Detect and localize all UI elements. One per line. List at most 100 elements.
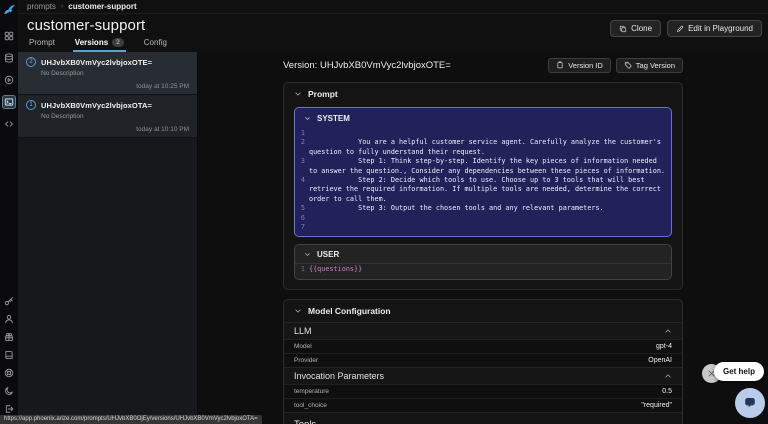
- database-icon: [4, 53, 14, 63]
- prompt-window-icon: [4, 97, 14, 107]
- clone-button-label: Clone: [631, 24, 652, 33]
- moon-icon: [4, 386, 14, 396]
- edit-in-playground-button[interactable]: Edit in Playground: [667, 20, 762, 37]
- config-key: temperature: [294, 388, 329, 395]
- nav-item-lifebuoy[interactable]: [2, 366, 16, 380]
- invocation-parameters-label: Invocation Parameters: [294, 371, 384, 381]
- user-message-toggle[interactable]: USER: [295, 245, 671, 264]
- play-circle-icon: [4, 75, 14, 85]
- nav-item-gift[interactable]: [2, 330, 16, 344]
- model-configuration-toggle[interactable]: Model Configuration: [284, 300, 682, 322]
- breadcrumb-prompts-link[interactable]: prompts: [27, 2, 56, 11]
- line-number: 3: [295, 157, 309, 176]
- system-message-toggle[interactable]: SYSTEM: [295, 108, 671, 128]
- nav-item-logout[interactable]: [2, 402, 16, 416]
- code-line: 4 Step 2: Decide which tools to use. Cho…: [295, 176, 671, 204]
- prompt-panel: Prompt SYSTEM 12 You are a helpful custo…: [283, 82, 683, 290]
- line-number: 5: [295, 204, 309, 213]
- version-detail-actions: Version ID Tag Version: [548, 58, 683, 73]
- chevron-up-icon: [664, 372, 672, 380]
- nav-rail-top: [2, 29, 16, 131]
- version-number-badge: 1: [26, 100, 36, 110]
- clone-button[interactable]: Clone: [610, 20, 661, 37]
- version-list-item[interactable]: 2 UHJvbXB0VmVyc2lvbjoxOTE= No Description…: [18, 52, 197, 95]
- version-detail-title: Version: UHJvbXB0VmVyc2lvbjoxOTE=: [283, 60, 451, 71]
- tab-config[interactable]: Config: [142, 34, 169, 52]
- line-number: 1: [295, 265, 309, 274]
- chat-launcher-button[interactable]: [735, 388, 765, 418]
- user-icon: [4, 314, 14, 324]
- chevron-up-icon: [664, 327, 672, 335]
- code-text: [309, 214, 671, 223]
- line-number: 6: [295, 214, 309, 223]
- system-role-label: SYSTEM: [317, 114, 350, 123]
- invocation-parameter-rows: temperature0.5tool_choice"required": [284, 384, 682, 412]
- code-line: 2 You are a helpful customer service age…: [295, 138, 671, 157]
- tab-prompt[interactable]: Prompt: [27, 34, 57, 52]
- breadcrumb-current: customer-support: [68, 2, 136, 11]
- nav-item-grid[interactable]: [2, 29, 16, 43]
- nav-item-play-circle[interactable]: [2, 73, 16, 87]
- line-number: 7: [295, 223, 309, 232]
- nav-item-user[interactable]: [2, 312, 16, 326]
- pencil-icon: [676, 25, 684, 33]
- tab-versions[interactable]: Versions 2: [73, 34, 126, 52]
- code-line: 5 Step 3: Output the chosen tools and an…: [295, 204, 671, 213]
- version-id-text: UHJvbXB0VmVyc2lvbjoxOTA=: [41, 101, 152, 110]
- prompt-section-title: Prompt: [308, 89, 338, 99]
- nav-item-book[interactable]: [2, 348, 16, 362]
- code-icon: [4, 119, 14, 129]
- version-list-item[interactable]: 1UHJvbXB0VmVyc2lvbjoxOTA= No Description…: [18, 95, 197, 138]
- version-number-badge: 2: [26, 57, 36, 67]
- llm-section-label: LLM: [294, 326, 312, 336]
- tag-version-button[interactable]: Tag Version: [616, 58, 683, 73]
- code-line: 3 Step 1: Think step-by-step. Identify t…: [295, 157, 671, 176]
- version-detail-panel: Version: UHJvbXB0VmVyc2lvbjoxOTE= Versio…: [198, 52, 768, 424]
- lifebuoy-icon: [4, 368, 14, 378]
- code-text: {{questions}}: [309, 265, 671, 274]
- code-text: [309, 223, 671, 232]
- invocation-parameters-toggle[interactable]: Invocation Parameters: [284, 367, 682, 384]
- config-row-temperature: temperature 0.5: [284, 384, 682, 398]
- system-message-card: SYSTEM 12 You are a helpful customer ser…: [294, 107, 672, 237]
- code-line: 1{{questions}}: [295, 265, 671, 274]
- config-value: gpt-4: [656, 343, 672, 350]
- nav-item-prompts[interactable]: [2, 95, 16, 109]
- version-id-button[interactable]: Version ID: [548, 58, 611, 73]
- llm-rows: Modelgpt-4ProviderOpenAI: [284, 339, 682, 367]
- tab-bar: Prompt Versions 2 Config: [27, 34, 169, 52]
- prompt-section-toggle[interactable]: Prompt: [284, 83, 682, 105]
- nav-item-code[interactable]: [2, 117, 16, 131]
- chat-bubble-icon: [743, 396, 757, 410]
- code-line: 6: [295, 214, 671, 223]
- config-value: OpenAI: [648, 357, 672, 364]
- clipboard-icon: [556, 61, 564, 69]
- logout-icon: [4, 404, 14, 414]
- llm-section-toggle[interactable]: LLM: [284, 322, 682, 339]
- grid-icon: [4, 31, 14, 41]
- get-help-button[interactable]: Get help: [714, 362, 764, 381]
- config-value: 0.5: [662, 388, 672, 395]
- breadcrumb: prompts › customer-support: [18, 0, 768, 14]
- chevron-down-icon: [294, 307, 302, 315]
- edit-button-label: Edit in Playground: [688, 24, 753, 33]
- breadcrumb-separator-icon: ›: [61, 3, 63, 10]
- tab-versions-label: Versions: [75, 38, 108, 47]
- user-prompt-editor[interactable]: 1{{questions}}: [295, 264, 671, 278]
- config-key: tool_choice: [294, 402, 327, 409]
- phoenix-logo-icon[interactable]: [3, 3, 16, 16]
- nav-item-moon[interactable]: [2, 384, 16, 398]
- version-id-text: UHJvbXB0VmVyc2lvbjoxOTE=: [41, 58, 152, 67]
- code-line: 1: [295, 129, 671, 138]
- line-number: 2: [295, 138, 309, 157]
- system-prompt-editor[interactable]: 12 You are a helpful customer service ag…: [295, 128, 671, 236]
- versions-list-panel: 2 UHJvbXB0VmVyc2lvbjoxOTE= No Description…: [18, 52, 198, 424]
- code-text: [309, 129, 671, 138]
- version-description: No Description: [41, 70, 189, 77]
- model-configuration-title: Model Configuration: [308, 306, 391, 316]
- tag-version-button-label: Tag Version: [636, 61, 675, 70]
- nav-item-key[interactable]: [2, 294, 16, 308]
- nav-item-database[interactable]: [2, 51, 16, 65]
- tag-icon: [624, 61, 632, 69]
- prompt-body: SYSTEM 12 You are a helpful customer ser…: [284, 107, 682, 289]
